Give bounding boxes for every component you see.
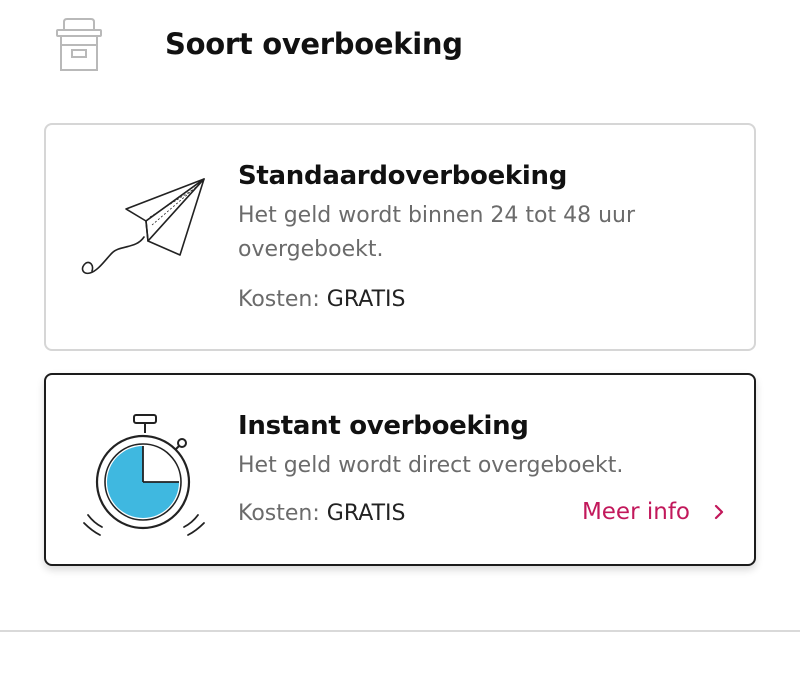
more-info-label: Meer info [581, 499, 690, 525]
paper-plane-icon [81, 178, 205, 275]
chevron-right-icon [714, 504, 724, 520]
option-description: Het geld wordt binnen 24 tot 48 uur over… [238, 203, 636, 262]
option-title: Standaardoverboeking [238, 161, 568, 191]
more-info-link[interactable]: Meer info [582, 499, 726, 525]
option-description: Het geld wordt direct overgeboekt. [238, 453, 624, 478]
cost-label: Kosten: [238, 287, 320, 312]
option-title: Instant overboeking [238, 411, 529, 441]
stopwatch-icon [83, 414, 205, 536]
cost-value: GRATIS [326, 501, 406, 526]
mailbox-icon [56, 18, 102, 71]
cost-value: GRATIS [326, 287, 406, 312]
bottom-divider [0, 630, 800, 632]
option-standard-transfer[interactable]: Standaardoverboeking Het geld wordt binn… [44, 123, 756, 351]
option-instant-transfer[interactable]: Instant overboeking Het geld wordt direc… [44, 373, 756, 566]
option-cost: Kosten: GRATIS [238, 287, 405, 312]
option-cost: Kosten: GRATIS [238, 501, 405, 526]
page-title: Soort overboeking [165, 27, 463, 61]
cost-label: Kosten: [238, 501, 320, 526]
